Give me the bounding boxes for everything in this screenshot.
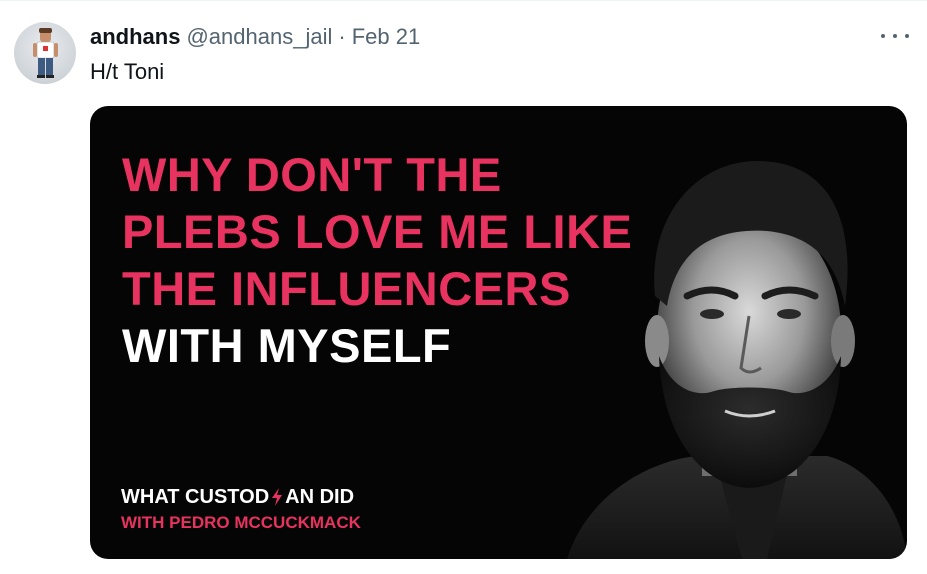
- user-handle[interactable]: @andhans_jail: [186, 22, 332, 52]
- headline-subline: WITH MYSELF: [122, 319, 452, 372]
- brand-subtitle: WITH PEDRO MCCUCKMACK: [121, 513, 361, 532]
- dot: [893, 34, 897, 38]
- brand-title: WHAT CUSTOD AN DID: [121, 486, 361, 508]
- tweet-text: H/t Toni: [90, 59, 165, 84]
- tweet-card[interactable]: andhans @andhans_jail · Feb 21 H/t Toni: [0, 0, 927, 574]
- brand-title-part2: AN DID: [285, 486, 355, 508]
- dot: [881, 34, 885, 38]
- show-branding: WHAT CUSTOD AN DID WITH PEDRO MCCUCKMACK: [121, 486, 361, 534]
- display-name[interactable]: andhans: [90, 22, 180, 52]
- headline-line-1: WHY DON'T THE: [122, 148, 502, 201]
- lightning-bolt-icon: [272, 488, 283, 506]
- avatar[interactable]: [14, 22, 76, 84]
- tweet-header: andhans @andhans_jail · Feb 21: [90, 22, 420, 52]
- divider: [0, 0, 927, 1]
- headline-line-2: PLEBS LOVE ME LIKE: [122, 205, 633, 258]
- avatar-figure-icon: [33, 28, 58, 78]
- dot: [905, 34, 909, 38]
- headline-line-3: THE INFLUENCERS: [122, 262, 571, 315]
- tweet-media-image[interactable]: WHY DON'T THE PLEBS LOVE ME LIKE THE INF…: [90, 106, 907, 559]
- timestamp[interactable]: Feb 21: [352, 22, 421, 52]
- more-options-icon[interactable]: [881, 28, 909, 44]
- separator: ·: [338, 24, 346, 49]
- headline: WHY DON'T THE PLEBS LOVE ME LIKE THE INF…: [122, 146, 632, 374]
- brand-title-part1: WHAT CUSTOD: [121, 486, 270, 508]
